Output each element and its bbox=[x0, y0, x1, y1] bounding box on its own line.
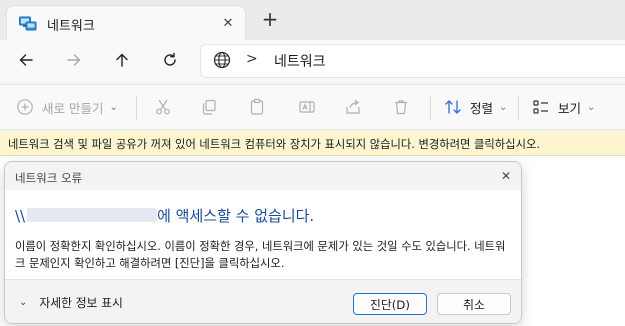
cut-button[interactable] bbox=[152, 84, 174, 130]
tab-title: 네트워크 bbox=[47, 19, 95, 34]
diagnose-button[interactable]: 진단(D) bbox=[353, 293, 427, 315]
tab-network[interactable]: 네트워크 ✕ bbox=[6, 5, 246, 40]
dialog-message: 이름이 정확한지 확인하십시오. 이름이 정확한 경우, 네트워크에 문제가 있… bbox=[15, 240, 506, 270]
show-details-toggle[interactable]: ⌄ 자세한 정보 표시 bbox=[19, 294, 123, 311]
trash-icon bbox=[390, 96, 412, 118]
share-icon bbox=[342, 96, 364, 118]
breadcrumb-network[interactable]: 네트워크 bbox=[274, 51, 326, 71]
heading-text: 에 액세스할 수 없습니다. bbox=[157, 207, 315, 225]
close-icon[interactable]: ✕ bbox=[497, 167, 515, 185]
toolbar-divider bbox=[136, 96, 137, 120]
copy-icon bbox=[198, 96, 220, 118]
close-tab-icon[interactable]: ✕ bbox=[217, 12, 239, 34]
infobar-text[interactable]: 네트워크 검색 및 파일 공유가 꺼져 있어 네트워크 컴퓨터와 장치가 표시되… bbox=[8, 136, 540, 152]
scissors-icon bbox=[152, 96, 174, 118]
new-tab-button[interactable]: + bbox=[259, 9, 281, 31]
globe-icon bbox=[212, 50, 232, 70]
arrow-left-icon bbox=[19, 54, 33, 66]
toolbar-divider bbox=[518, 96, 519, 120]
network-folder-icon bbox=[19, 15, 37, 31]
view-list-icon bbox=[530, 96, 552, 118]
sort-label: 정렬 bbox=[470, 100, 494, 116]
paste-button[interactable] bbox=[246, 84, 268, 130]
breadcrumb-separator[interactable]: > bbox=[246, 51, 258, 67]
new-button[interactable]: 새로 만들기 ⌄ bbox=[14, 84, 118, 130]
back-button[interactable] bbox=[12, 46, 40, 74]
rename-button[interactable] bbox=[296, 84, 318, 130]
address-bar[interactable] bbox=[200, 44, 625, 78]
cancel-button[interactable]: 취소 bbox=[437, 293, 511, 315]
refresh-button[interactable] bbox=[156, 46, 184, 74]
chevron-down-icon: ⌄ bbox=[109, 101, 118, 113]
copy-button[interactable] bbox=[198, 84, 220, 130]
dialog-title: 네트워크 오류 bbox=[15, 171, 83, 185]
share-button[interactable] bbox=[342, 84, 364, 130]
path-prefix: \\ bbox=[15, 207, 26, 225]
rename-icon bbox=[296, 96, 318, 118]
details-label: 자세한 정보 표시 bbox=[39, 296, 123, 310]
arrow-right-icon bbox=[67, 54, 81, 66]
toolbar-divider bbox=[430, 96, 431, 120]
new-label: 새로 만들기 bbox=[42, 100, 104, 116]
plus-circle-icon bbox=[14, 96, 36, 118]
sort-icon bbox=[442, 96, 464, 118]
redacted-path bbox=[27, 208, 158, 222]
up-button[interactable] bbox=[108, 46, 136, 74]
delete-button[interactable] bbox=[390, 84, 412, 130]
chevron-down-icon: ⌄ bbox=[587, 101, 596, 113]
refresh-icon bbox=[164, 52, 176, 66]
dialog-titlebar bbox=[5, 162, 521, 190]
network-error-dialog: 네트워크 오류 ✕ \\ 에 액세스할 수 없습니다. 이름이 정확한지 확인하십… bbox=[4, 161, 522, 324]
view-button[interactable]: 보기 ⌄ bbox=[530, 84, 595, 130]
dialog-heading: \\ 에 액세스할 수 없습니다. bbox=[15, 205, 314, 226]
forward-button[interactable] bbox=[60, 46, 88, 74]
sort-button[interactable]: 정렬 ⌄ bbox=[442, 84, 507, 130]
view-label: 보기 bbox=[558, 100, 582, 116]
clipboard-icon bbox=[246, 96, 268, 118]
chevron-down-icon: ⌄ bbox=[499, 101, 508, 113]
chevron-down-icon: ⌄ bbox=[19, 297, 28, 308]
arrow-up-icon bbox=[116, 53, 128, 67]
